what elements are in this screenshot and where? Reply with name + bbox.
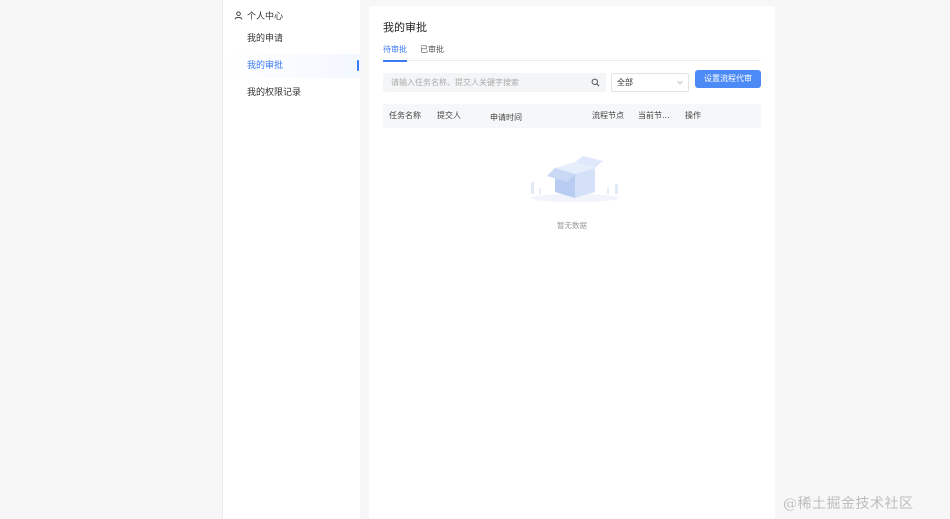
set-delegate-approval-button[interactable]: 设置流程代审 <box>695 70 761 88</box>
search-input[interactable] <box>383 78 583 87</box>
main-panel: 我的审批 待审批 已审批 全部 设置流程代审 任务名称 提交人 申请时间 流程节… <box>369 6 775 519</box>
person-icon <box>234 10 243 19</box>
tab-approved[interactable]: 已审批 <box>420 45 444 61</box>
column-header-current-node: 当前节... <box>638 111 670 120</box>
column-header-process-node: 流程节点 <box>592 111 624 120</box>
tab-pending[interactable]: 待审批 <box>383 45 407 62</box>
column-header-apply-time: 申请时间 <box>490 113 522 122</box>
sidebar: 个人中心 我的申请 我的审批 我的权限记录 <box>222 0 361 519</box>
tab-bar: 待审批 已审批 <box>383 45 761 62</box>
column-header-actions: 操作 <box>685 111 701 120</box>
sidebar-item-label: 我的申请 <box>247 34 284 44</box>
empty-state-text: 暂无数据 <box>557 221 587 230</box>
search-icon[interactable] <box>591 78 600 87</box>
empty-box-icon <box>531 156 619 202</box>
column-header-submitter: 提交人 <box>437 111 461 120</box>
sidebar-item-label: 我的审批 <box>247 61 284 71</box>
sidebar-item-my-permission-records[interactable]: 我的权限记录 <box>223 81 361 105</box>
search-box <box>383 73 606 92</box>
chevron-down-icon <box>677 80 683 85</box>
table-header: 任务名称 提交人 申请时间 流程节点 当前节... 操作 <box>383 104 761 128</box>
page-title: 我的审批 <box>383 21 427 34</box>
sidebar-item-label: 我的权限记录 <box>247 88 302 98</box>
status-filter-select[interactable]: 全部 <box>611 73 689 92</box>
select-value: 全部 <box>617 78 633 87</box>
sidebar-header: 个人中心 <box>234 9 284 22</box>
sidebar-header-label: 个人中心 <box>247 11 284 22</box>
watermark: @稀土掘金技术社区 <box>783 496 914 512</box>
sidebar-item-my-applications[interactable]: 我的申请 <box>223 27 361 51</box>
sidebar-item-my-approvals[interactable]: 我的审批 <box>223 54 361 78</box>
column-header-task-name: 任务名称 <box>389 111 421 120</box>
